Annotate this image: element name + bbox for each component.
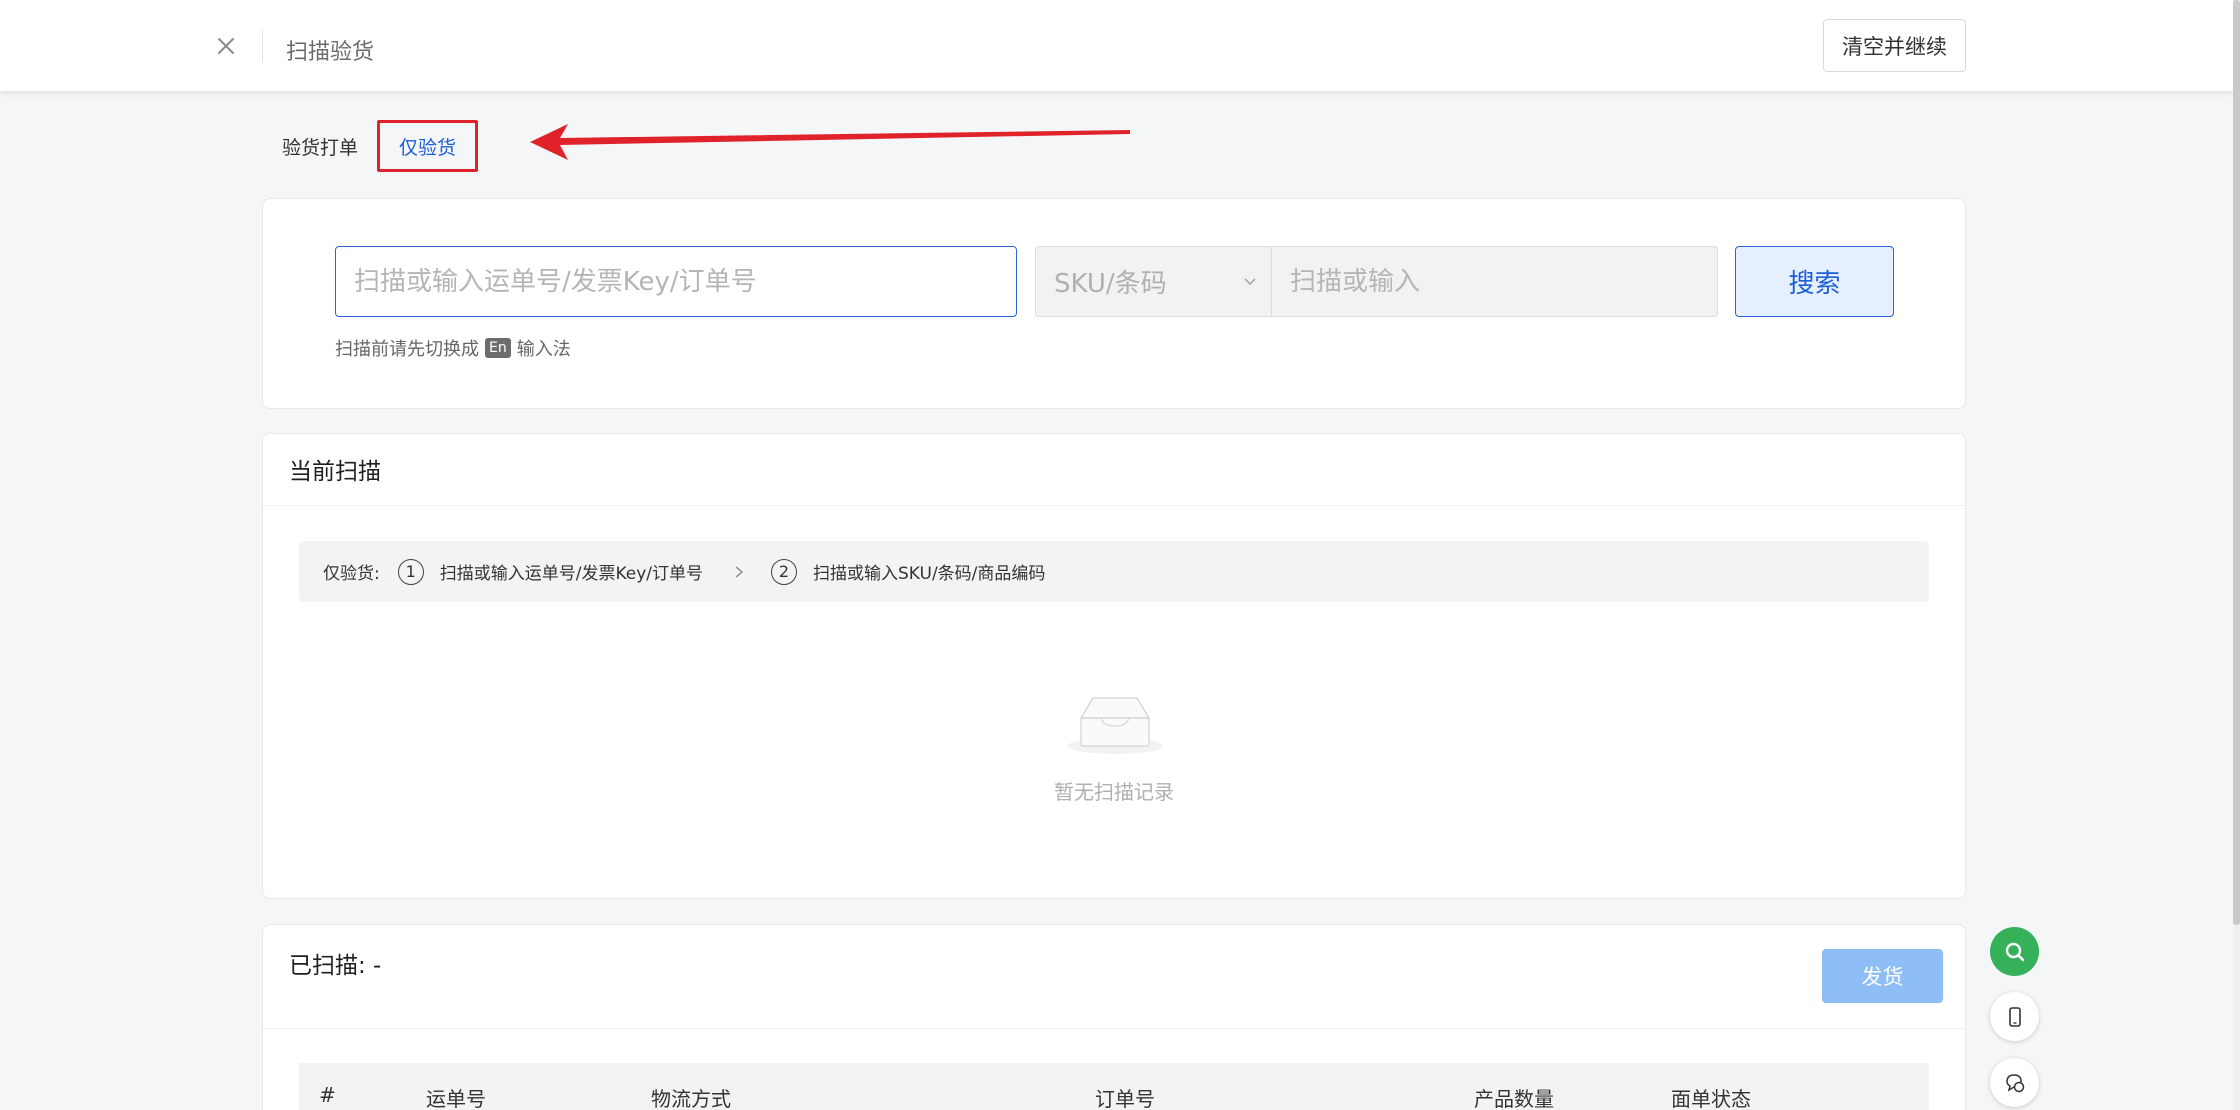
search-card: SKU/条码 搜索 扫描前请先切换成 En 输入法 xyxy=(262,198,1966,409)
tab-verify-only[interactable]: 仅验货 xyxy=(377,120,478,172)
chevron-right-icon xyxy=(735,565,744,578)
card-divider xyxy=(263,1028,1965,1029)
page-title: 扫描验货 xyxy=(286,40,375,65)
scanned-card: 已扫描: - 发货 # 运单号 物流方式 订单号 产品数量 面单状态 xyxy=(262,924,1966,1110)
chevron-down-icon xyxy=(1244,278,1256,286)
ship-button[interactable]: 发货 xyxy=(1822,949,1943,1003)
en-badge: En xyxy=(485,338,511,358)
scrollbar-thumb[interactable] xyxy=(2233,0,2240,925)
scanned-title: 已扫描: - xyxy=(289,953,382,979)
column-header-tracking: 运单号 xyxy=(426,1087,486,1110)
phone-icon xyxy=(2008,1006,2021,1027)
card-divider xyxy=(263,505,1965,506)
search-button[interactable]: 搜索 xyxy=(1735,246,1894,317)
mode-label: 仅验货: xyxy=(323,564,380,584)
tracking-search-input[interactable] xyxy=(335,246,1017,317)
current-scan-title: 当前扫描 xyxy=(289,459,381,485)
search-icon xyxy=(2005,942,2024,961)
empty-text: 暂无扫描记录 xyxy=(1054,780,1174,804)
float-chat-button[interactable] xyxy=(1990,1058,2039,1107)
header-divider xyxy=(262,30,263,62)
sku-input-group: SKU/条码 xyxy=(1035,246,1718,317)
column-header-label-status: 面单状态 xyxy=(1671,1087,1751,1110)
input-method-hint: 扫描前请先切换成 En 输入法 xyxy=(335,335,571,361)
close-icon[interactable] xyxy=(212,32,240,60)
current-scan-card: 当前扫描 仅验货: 1 扫描或输入运单号/发票Key/订单号 2 扫描或输入SK… xyxy=(262,433,1966,899)
top-header: 扫描验货 清空并继续 xyxy=(0,0,2233,91)
column-header-order: 订单号 xyxy=(1095,1087,1155,1110)
empty-inbox-icon xyxy=(1067,697,1163,754)
float-search-button[interactable] xyxy=(1990,927,2039,976)
sku-type-select[interactable]: SKU/条码 xyxy=(1036,247,1272,316)
arrow-annotation-icon xyxy=(530,124,1130,160)
step-1-number: 1 xyxy=(397,558,424,585)
table-header: # 运单号 物流方式 订单号 产品数量 面单状态 xyxy=(299,1063,1929,1110)
hint-text-after: 输入法 xyxy=(516,339,571,360)
column-header-index: # xyxy=(319,1083,336,1107)
sku-select-value: SKU/条码 xyxy=(1054,269,1167,299)
step-2-number: 2 xyxy=(771,558,798,585)
chat-icon xyxy=(2005,1073,2024,1092)
column-header-quantity: 产品数量 xyxy=(1474,1087,1554,1110)
step-1-text: 扫描或输入运单号/发票Key/订单号 xyxy=(439,564,704,584)
sku-input[interactable] xyxy=(1272,247,1717,316)
steps-bar: 仅验货: 1 扫描或输入运单号/发票Key/订单号 2 扫描或输入SKU/条码/… xyxy=(299,541,1929,602)
float-phone-button[interactable] xyxy=(1990,992,2039,1041)
step-2-text: 扫描或输入SKU/条码/商品编码 xyxy=(813,564,1046,584)
hint-text-before: 扫描前请先切换成 xyxy=(335,339,479,360)
column-header-logistics: 物流方式 xyxy=(651,1087,731,1110)
clear-continue-button[interactable]: 清空并继续 xyxy=(1823,19,1966,72)
tab-verify-print[interactable]: 验货打单 xyxy=(270,120,370,172)
